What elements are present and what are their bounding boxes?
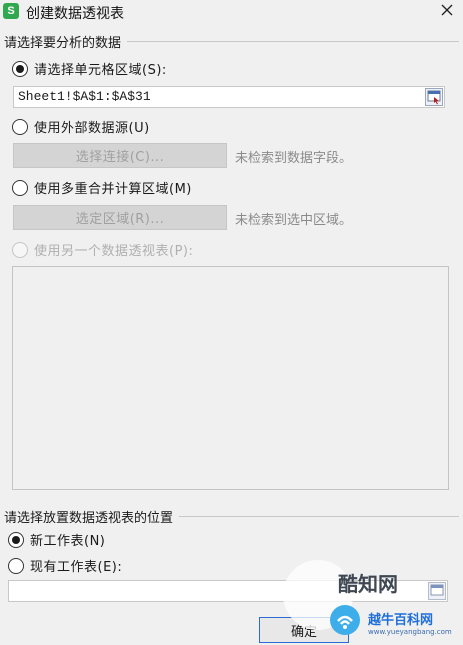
dialog-title: 创建数据透视表 <box>26 6 124 22</box>
radio-external-source-label: 使用外部数据源(U) <box>34 121 150 136</box>
radio-unchecked-icon[interactable] <box>12 179 28 196</box>
no-range-hint: 未检索到选中区域。 <box>235 213 353 228</box>
location-section-title: 请选择放置数据透视表的位置 <box>4 511 174 526</box>
radio-new-sheet[interactable]: 新工作表(N) <box>8 530 105 549</box>
range-input[interactable]: Sheet1!$A$1:$A$31 <box>13 86 445 108</box>
choose-connection-button[interactable]: 选择连接(C)... <box>13 143 227 168</box>
close-button[interactable] <box>436 1 458 21</box>
watermark-wifi-icon <box>330 605 360 635</box>
source-section-title: 请选择要分析的数据 <box>4 36 122 51</box>
range-picker-icon <box>430 584 444 596</box>
radio-other-pivot-label: 使用另一个数据透视表(P): <box>34 244 194 259</box>
no-fields-hint: 未检索到数据字段。 <box>235 151 353 166</box>
radio-existing-sheet[interactable]: 现有工作表(E): <box>8 556 122 575</box>
radio-existing-sheet-label: 现有工作表(E): <box>30 560 123 575</box>
watermark-text: 酷知网 <box>338 572 398 596</box>
pivot-table-list[interactable] <box>12 266 449 490</box>
source-section-header: 请选择要分析的数据 <box>4 32 459 51</box>
choose-range-button[interactable]: 选定区域(R)... <box>13 205 227 230</box>
radio-unchecked-icon[interactable] <box>12 118 28 135</box>
location-picker-button[interactable] <box>428 582 446 600</box>
radio-checked-icon[interactable] <box>12 60 28 77</box>
section-divider <box>179 516 459 517</box>
radio-external-source[interactable]: 使用外部数据源(U) <box>12 117 150 136</box>
radio-other-pivot[interactable]: 使用另一个数据透视表(P): <box>12 240 193 259</box>
radio-new-sheet-label: 新工作表(N) <box>30 534 106 549</box>
watermark-site-name: 越牛百科网 <box>368 613 434 628</box>
range-picker-icon <box>427 90 441 105</box>
section-divider <box>127 41 459 42</box>
location-section-header: 请选择放置数据透视表的位置 <box>4 507 459 526</box>
range-picker-button[interactable] <box>425 88 443 106</box>
radio-checked-icon[interactable] <box>8 531 24 548</box>
radio-select-range[interactable]: 请选择单元格区域(S): <box>12 59 167 78</box>
wps-spreadsheet-icon: S <box>3 3 19 19</box>
radio-multi-range-label: 使用多重合并计算区域(M) <box>34 182 192 197</box>
radio-unchecked-icon[interactable] <box>8 557 24 574</box>
radio-disabled-icon[interactable] <box>12 241 28 258</box>
close-icon <box>441 4 453 16</box>
radio-multi-range[interactable]: 使用多重合并计算区域(M) <box>12 178 192 197</box>
radio-select-range-label: 请选择单元格区域(S): <box>34 63 167 78</box>
watermark-site-url: www.yueyangbang.com <box>368 628 452 636</box>
